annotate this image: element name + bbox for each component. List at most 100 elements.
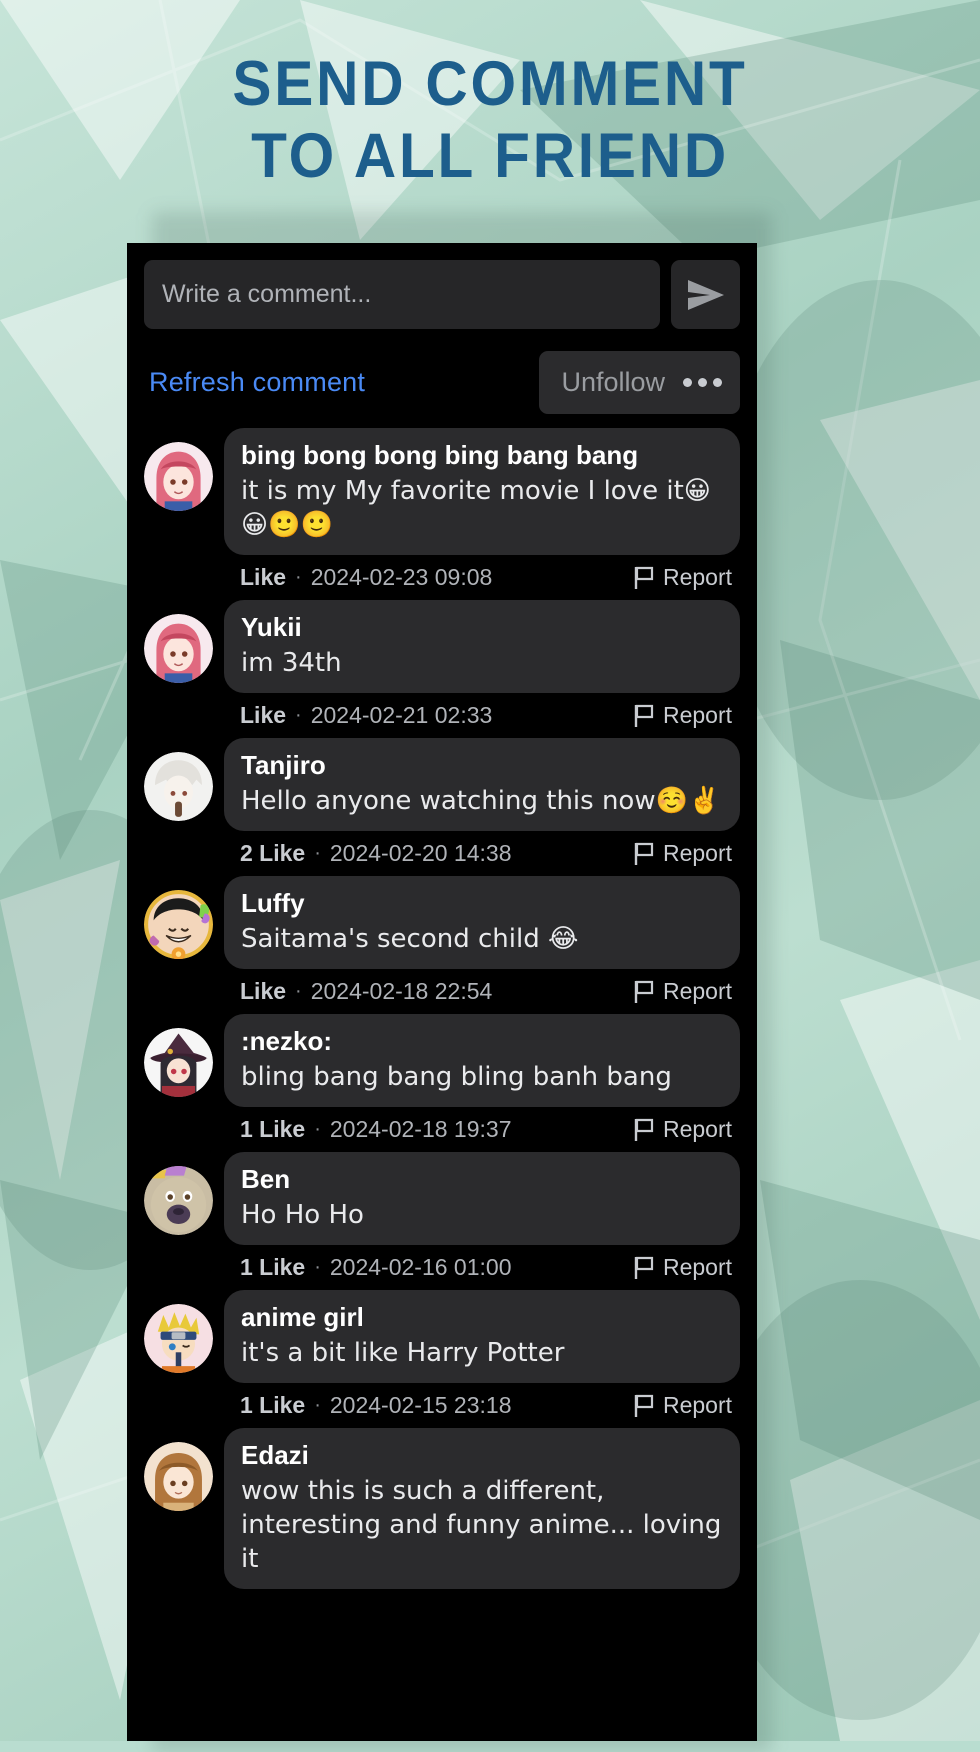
meta-separator: · [314,842,321,864]
avatar[interactable] [144,1304,213,1373]
refresh-comment-button[interactable]: Refresh comment [149,367,365,398]
page-title: SEND COMMENT TO ALL FRIEND [34,48,945,192]
comment-item: Tanjiro Hello anyone watching this now☺️… [127,738,757,876]
comment-text: Hello anyone watching this now☺️✌️ [241,786,721,816]
report-label: Report [662,1254,732,1280]
report-button[interactable]: Report [633,1116,732,1143]
report-button[interactable]: Report [633,840,732,867]
comment-author: :nezko: [241,1026,332,1056]
comment-author: Ben [241,1164,291,1194]
comment-item: Yukii im 34th Like · 2024-02-21 02:33 Re… [127,600,757,738]
comment-list: bing bong bong bing bang bang it is my M… [127,414,757,1589]
meta-separator: · [314,1394,321,1416]
flag-icon [634,704,654,727]
flag-icon [634,1256,654,1279]
avatar[interactable] [144,1442,213,1511]
more-horizontal-icon[interactable] [683,378,722,387]
comment-item: :nezko: bling bang bang bling banh bang … [127,1014,757,1152]
report-button[interactable]: Report [633,1254,732,1281]
comment-author: Yukii [241,612,302,642]
avatar[interactable] [144,1028,213,1097]
pink-haired-anime-girl-icon [144,614,213,683]
meta-separator: · [314,1256,321,1278]
meta-separator: · [295,980,302,1002]
comment-text: it is my My favorite movie I love it😀😀🙂🙂 [241,476,711,540]
comment-meta: Like · 2024-02-18 22:54 Report [144,969,740,1014]
avatar[interactable] [144,752,213,821]
comment-timestamp: 2024-02-18 19:37 [329,1116,512,1142]
like-button[interactable]: 1 Like [240,1116,305,1143]
comment-text: Ho Ho Ho [241,1200,364,1230]
meta-separator: · [295,704,302,726]
comment-bubble: bing bong bong bing bang bang it is my M… [224,428,740,555]
like-button[interactable]: Like [240,702,286,729]
comment-author: anime girl [241,1302,364,1332]
unfollow-group[interactable]: Unfollow [539,351,740,414]
flag-icon [634,1394,654,1417]
unfollow-button[interactable]: Unfollow [561,367,665,398]
comment-author: Edazi [241,1440,309,1470]
comment-timestamp: 2024-02-18 22:54 [310,978,493,1004]
comment-timestamp: 2024-02-21 02:33 [310,702,493,728]
comment-author: Luffy [241,888,305,918]
comment-input[interactable] [144,260,660,329]
report-label: Report [662,1116,732,1142]
like-button[interactable]: 2 Like [240,840,305,867]
flag-icon [634,1118,654,1141]
pink-haired-anime-girl-icon [144,442,213,511]
comment-item: Edazi wow this is such a different, inte… [127,1428,757,1589]
comment-author: bing bong bong bing bang bang [241,440,639,470]
like-button[interactable]: 1 Like [240,1254,305,1281]
witch-hat-anime-girl-icon [144,1028,213,1097]
comment-bubble: anime girl it's a bit like Harry Potter [224,1290,740,1383]
comment-bubble: Tanjiro Hello anyone watching this now☺️… [224,738,740,831]
comment-text: it's a bit like Harry Potter [241,1338,565,1368]
report-button[interactable]: Report [633,1392,732,1419]
report-label: Report [662,702,732,728]
avatar[interactable] [144,890,213,959]
white-haired-anime-boy-icon [144,752,213,821]
naruto-chibi-icon [144,1304,213,1373]
comment-timestamp: 2024-02-23 09:08 [310,564,493,590]
comment-actions-bar: Refresh comment Unfollow [127,329,757,414]
comment-meta: 1 Like · 2024-02-18 19:37 Report [144,1107,740,1152]
avatar[interactable] [144,442,213,511]
comment-text: Saitama's second child 😂 [241,924,579,954]
phone-screen: Refresh comment Unfollow [127,243,757,1741]
meta-separator: · [295,566,302,588]
comment-text: wow this is such a different, interestin… [241,1476,722,1574]
like-button[interactable]: Like [240,564,286,591]
comment-bubble: Yukii im 34th [224,600,740,693]
comment-item: anime girl it's a bit like Harry Potter … [127,1290,757,1428]
comment-meta: 1 Like · 2024-02-16 01:00 Report [144,1245,740,1290]
comment-bubble: Ben Ho Ho Ho [224,1152,740,1245]
page-title-line-2: TO ALL FRIEND [251,121,729,191]
comment-bubble: :nezko: bling bang bang bling banh bang [224,1014,740,1107]
brown-haired-anime-girl-icon [144,1442,213,1511]
like-button[interactable]: 1 Like [240,1392,305,1419]
flag-icon [634,980,654,1003]
page-title-line-1: SEND COMMENT [232,49,748,119]
comment-item: Ben Ho Ho Ho 1 Like · 2024-02-16 01:00 R… [127,1152,757,1290]
flag-icon [634,842,654,865]
comment-item: bing bong bong bing bang bang it is my M… [127,428,757,600]
send-button[interactable] [671,260,740,329]
avatar[interactable] [144,1166,213,1235]
comment-timestamp: 2024-02-20 14:38 [329,840,512,866]
report-button[interactable]: Report [633,702,732,729]
luffy-smiling-icon [144,890,213,959]
comment-author: Tanjiro [241,750,326,780]
flag-icon [634,566,654,589]
comment-composer [127,243,757,329]
comment-meta: Like · 2024-02-21 02:33 Report [144,693,740,738]
comment-bubble: Edazi wow this is such a different, inte… [224,1428,740,1589]
dog-face-icon [144,1166,213,1235]
comment-text: bling bang bang bling banh bang [241,1062,672,1092]
avatar[interactable] [144,614,213,683]
comment-meta: Like · 2024-02-23 09:08 Report [144,555,740,600]
meta-separator: · [314,1118,321,1140]
like-button[interactable]: Like [240,978,286,1005]
report-label: Report [662,1392,732,1418]
report-button[interactable]: Report [633,978,732,1005]
report-button[interactable]: Report [633,564,732,591]
